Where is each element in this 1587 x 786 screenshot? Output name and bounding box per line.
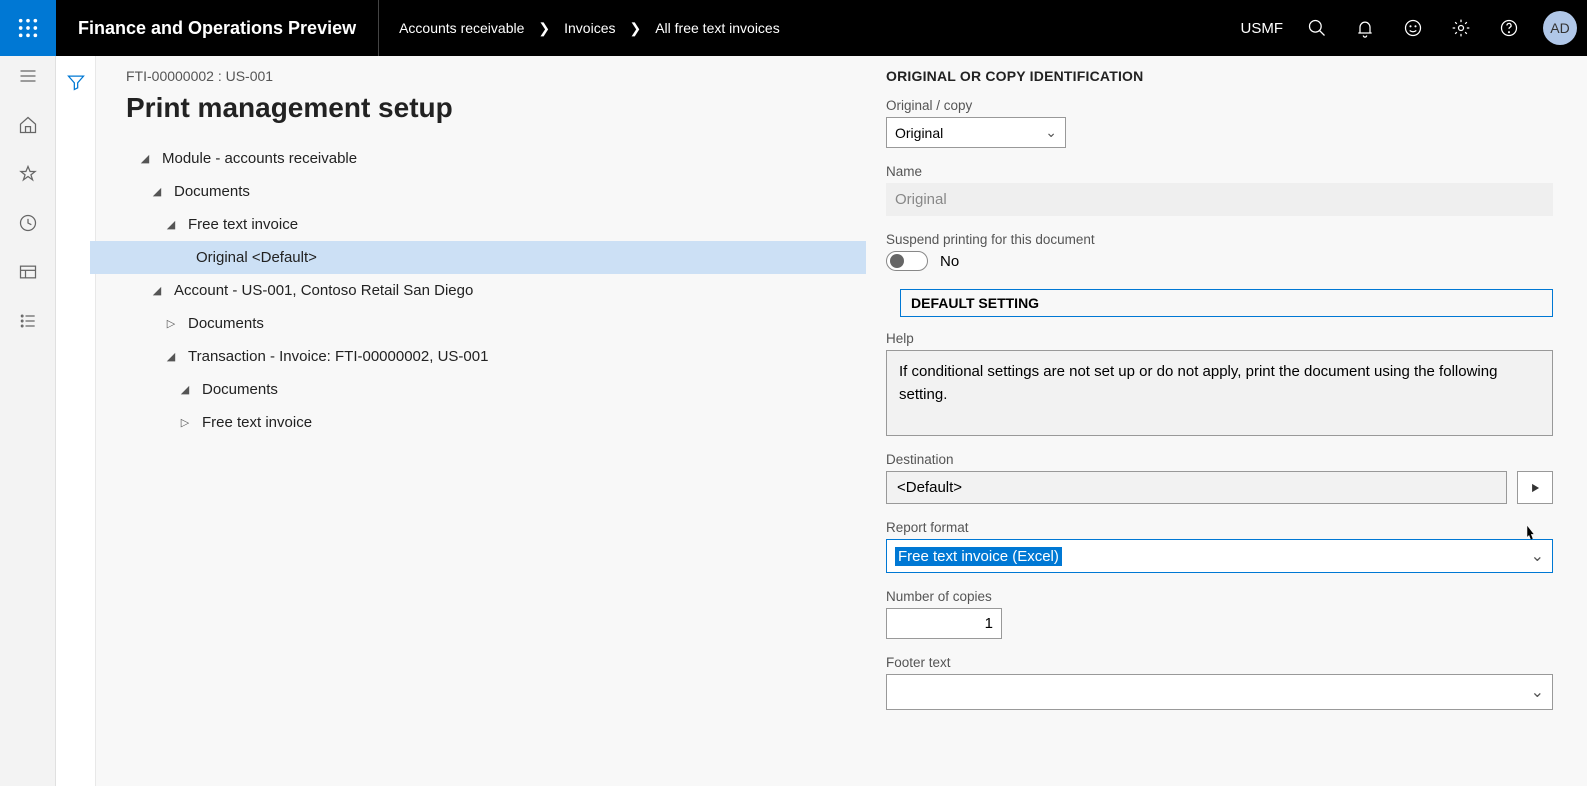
select-value: Original: [895, 125, 943, 141]
notifications-button[interactable]: [1341, 0, 1389, 56]
input-name[interactable]: Original: [886, 183, 1553, 216]
filter-column: [56, 56, 96, 786]
feedback-button[interactable]: [1389, 0, 1437, 56]
record-subhead: FTI-00000002 : US-001: [126, 68, 866, 84]
settings-button[interactable]: [1437, 0, 1485, 56]
app-title: Finance and Operations Preview: [56, 0, 379, 56]
breadcrumb-item[interactable]: Invoices: [564, 20, 615, 36]
chevron-down-icon: ⌄: [1531, 682, 1544, 702]
toggle-value: No: [940, 253, 959, 270]
expander-icon[interactable]: ▷: [176, 416, 194, 429]
star-icon: [18, 164, 38, 184]
main-content: FTI-00000002 : US-001 Print management s…: [96, 56, 1587, 786]
help-button[interactable]: [1485, 0, 1533, 56]
nav-home[interactable]: [18, 115, 38, 140]
expander-icon[interactable]: ◢: [176, 383, 194, 396]
destination-lookup-button[interactable]: [1517, 471, 1553, 504]
label-name: Name: [886, 164, 1553, 179]
input-copies[interactable]: 1: [886, 608, 1002, 639]
bell-icon: [1355, 18, 1375, 38]
tree-node-account[interactable]: ◢Account - US-001, Contoso Retail San Di…: [126, 274, 866, 307]
select-report-format[interactable]: Free text invoice (Excel) ⌄: [886, 539, 1553, 573]
app-header: Finance and Operations Preview Accounts …: [0, 0, 1587, 56]
breadcrumb-item[interactable]: All free text invoices: [655, 20, 780, 36]
workspace-icon: [18, 262, 38, 282]
page-title: Print management setup: [126, 92, 866, 124]
nav-modules[interactable]: [18, 311, 38, 336]
toggle-knob: [890, 254, 904, 268]
modules-icon: [18, 311, 38, 331]
tree-node-account-documents[interactable]: ▷Documents: [126, 307, 866, 340]
label-copies: Number of copies: [886, 589, 1553, 604]
filter-icon: [66, 72, 86, 92]
nav-workspaces[interactable]: [18, 262, 38, 287]
label-report-format: Report format: [886, 520, 1553, 535]
select-value: Free text invoice (Excel): [895, 547, 1062, 566]
expander-icon[interactable]: ◢: [136, 152, 154, 165]
input-destination[interactable]: <Default>: [886, 471, 1507, 504]
nav-rail: [0, 56, 56, 786]
gear-icon: [1451, 18, 1471, 38]
play-icon: [1528, 481, 1542, 495]
filter-button[interactable]: [66, 72, 86, 786]
left-pane: FTI-00000002 : US-001 Print management s…: [126, 68, 886, 786]
waffle-button[interactable]: [0, 0, 56, 56]
breadcrumb-item[interactable]: Accounts receivable: [399, 20, 524, 36]
company-code[interactable]: USMF: [1231, 20, 1294, 37]
search-icon: [1307, 18, 1327, 38]
tree-node-transaction-fti[interactable]: ▷Free text invoice: [126, 406, 866, 439]
help-icon: [1499, 18, 1519, 38]
toggle-suspend[interactable]: [886, 251, 928, 271]
tree-node-transaction[interactable]: ◢Transaction - Invoice: FTI-00000002, US…: [126, 340, 866, 373]
chevron-right-icon: ❯: [629, 20, 641, 37]
expander-icon[interactable]: ◢: [162, 218, 180, 231]
hamburger-icon: [18, 66, 38, 86]
tree-node-original-default[interactable]: Original <Default>: [90, 241, 866, 274]
nav-recent[interactable]: [18, 213, 38, 238]
home-icon: [18, 115, 38, 135]
tree-node-free-text-invoice[interactable]: ◢Free text invoice: [126, 208, 866, 241]
tree-node-module[interactable]: ◢Module - accounts receivable: [126, 142, 866, 175]
textarea-help[interactable]: If conditional settings are not set up o…: [886, 350, 1553, 436]
chevron-down-icon: ⌄: [1045, 124, 1057, 141]
select-footer-text[interactable]: ⌄: [886, 674, 1553, 710]
label-original-copy: Original / copy: [886, 98, 1553, 113]
label-destination: Destination: [886, 452, 1553, 467]
right-pane: ORIGINAL OR COPY IDENTIFICATION Original…: [886, 68, 1577, 786]
expander-icon[interactable]: ◢: [148, 185, 166, 198]
chevron-right-icon: ❯: [538, 20, 550, 37]
nav-favorites[interactable]: [18, 164, 38, 189]
breadcrumbs: Accounts receivable ❯ Invoices ❯ All fre…: [379, 20, 1230, 37]
expander-icon[interactable]: ◢: [162, 350, 180, 363]
section-title-identification: ORIGINAL OR COPY IDENTIFICATION: [886, 68, 1553, 84]
tree-node-documents[interactable]: ◢Documents: [126, 175, 866, 208]
chevron-down-icon: ⌄: [1531, 546, 1544, 566]
expander-icon[interactable]: ◢: [148, 284, 166, 297]
user-avatar[interactable]: AD: [1543, 11, 1577, 45]
print-tree: ◢Module - accounts receivable ◢Documents…: [126, 142, 866, 439]
nav-expand-button[interactable]: [18, 66, 38, 91]
tree-node-transaction-documents[interactable]: ◢Documents: [126, 373, 866, 406]
default-setting-title: DEFAULT SETTING: [900, 289, 1553, 317]
search-button[interactable]: [1293, 0, 1341, 56]
label-suspend: Suspend printing for this document: [886, 232, 1553, 247]
select-original-copy[interactable]: Original ⌄: [886, 117, 1066, 148]
label-help: Help: [886, 331, 1553, 346]
clock-icon: [18, 213, 38, 233]
expander-icon[interactable]: ▷: [162, 317, 180, 330]
waffle-icon: [17, 17, 39, 39]
header-right: USMF AD: [1231, 0, 1587, 56]
label-footer-text: Footer text: [886, 655, 1553, 670]
smiley-icon: [1403, 18, 1423, 38]
